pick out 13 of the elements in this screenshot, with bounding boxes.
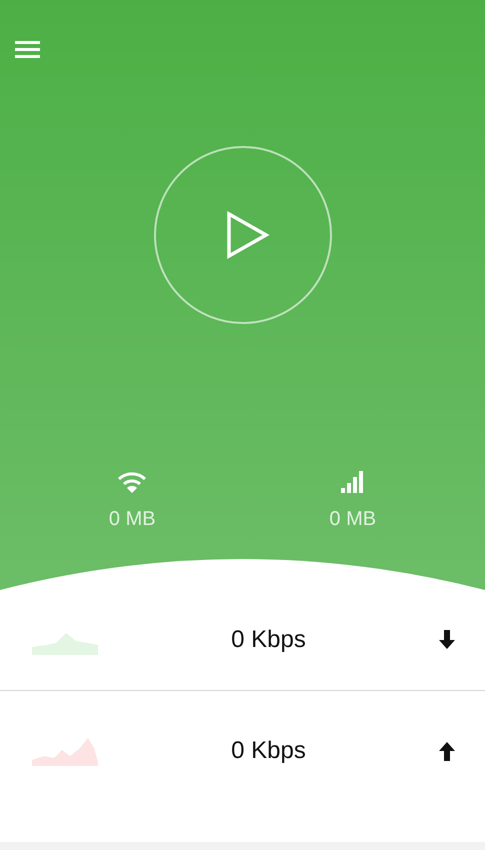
play-icon: [226, 211, 270, 259]
menu-button[interactable]: [14, 38, 42, 60]
signal-icon: [340, 470, 366, 494]
data-usage: 0 MB: [329, 508, 376, 531]
start-button[interactable]: [154, 146, 332, 324]
wifi-icon: [117, 470, 148, 494]
speed-reading: 0 Kbps: [230, 737, 307, 765]
down-arrow-icon: [439, 630, 455, 650]
up-arrow-icon: [439, 741, 455, 761]
menu-icon: [14, 38, 42, 60]
speed-reading: 0 Kbps: [230, 626, 307, 654]
traffic-graph: [32, 736, 98, 766]
data-usage: 0 MB: [108, 508, 156, 531]
